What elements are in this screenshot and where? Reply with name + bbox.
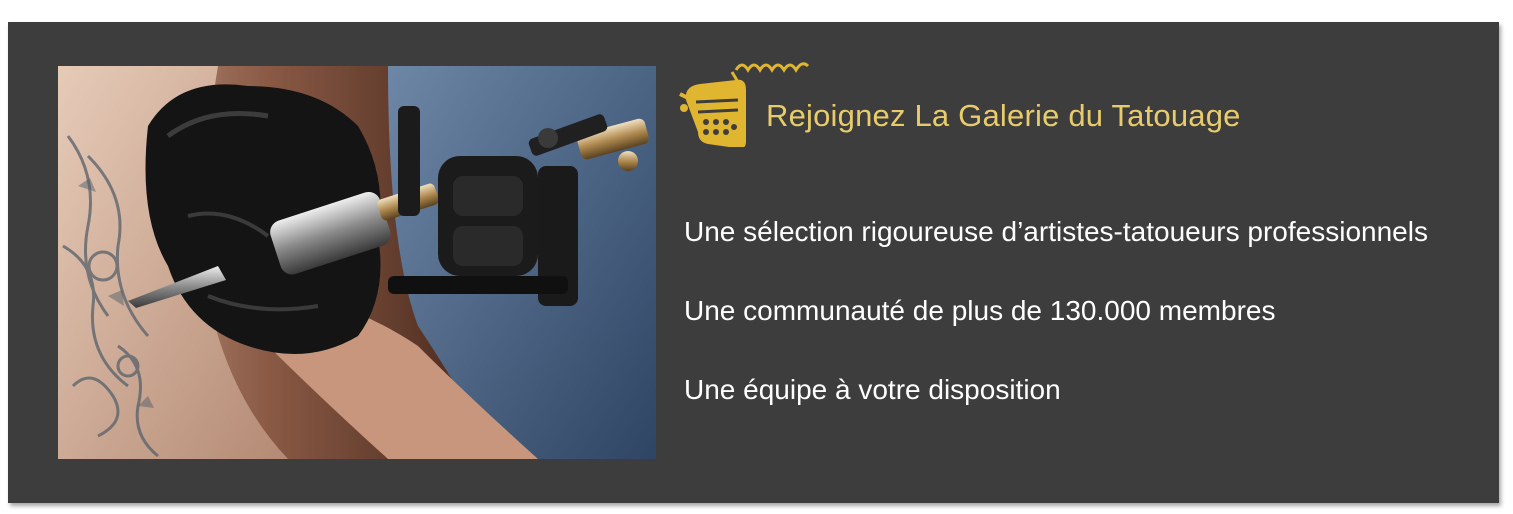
promo-banner: Rejoignez La Galerie du Tatouage Une sél… — [8, 22, 1499, 503]
feature-item-team: Une équipe à votre disposition — [684, 374, 1061, 405]
tattoo-artist-photo — [58, 66, 656, 459]
heading-row: Rejoignez La Galerie du Tatouage — [676, 42, 1476, 152]
feature-item-community: Une communauté de plus de 130.000 membre… — [684, 295, 1276, 326]
banner-title: Rejoignez La Galerie du Tatouage — [766, 98, 1241, 133]
feature-list: Une sélection rigoureuse d’artistes-tato… — [684, 212, 1494, 449]
feature-item-selection: Une sélection rigoureuse d’artistes-tato… — [684, 216, 1428, 247]
